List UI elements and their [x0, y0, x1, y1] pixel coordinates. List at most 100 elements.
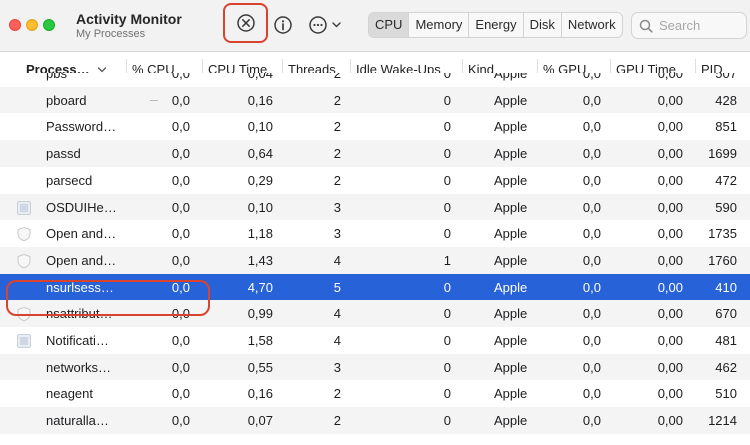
process-name-cell: pbs [46, 73, 67, 81]
inspect-process-button[interactable] [270, 12, 296, 38]
table-row[interactable]: Open and… 0,0 1,43 4 1 Apple 0,0 0,00 1760 [0, 246, 750, 274]
tab-disk[interactable]: Disk [522, 13, 561, 37]
gpu-cell: 0,0 [582, 226, 601, 242]
cpu-time-cell: 0,29 [247, 172, 273, 188]
gpu-time-cell: 0,00 [657, 252, 683, 268]
cpu-cell: 0,0 [171, 252, 190, 268]
more-options-button[interactable] [308, 12, 350, 38]
gpu-time-cell: 0,00 [657, 226, 683, 242]
zoom-window-button[interactable] [43, 19, 55, 31]
threads-cell: 2 [333, 172, 341, 188]
idle-wake-ups-cell: 0 [443, 73, 451, 81]
close-window-button[interactable] [9, 19, 21, 31]
gpu-cell: 0,0 [582, 279, 601, 295]
pid-cell: 670 [715, 306, 737, 322]
more-options-icon [309, 16, 341, 34]
cpu-cell: 0,0 [171, 146, 190, 162]
gpu-cell: 0,0 [582, 146, 601, 162]
tab-cpu[interactable]: CPU [369, 13, 409, 37]
process-name-cell: passd [46, 146, 81, 162]
shield-icon [16, 306, 32, 322]
window-subtitle: My Processes [76, 28, 146, 40]
table-row[interactable]: pbs 0,0 0,04 2 0 Apple 0,0 0,00 507 [0, 73, 750, 87]
idle-wake-ups-cell: 0 [443, 333, 451, 348]
cpu-cell: 0,0 [171, 413, 190, 429]
threads-cell: 3 [333, 199, 341, 215]
minimize-window-button[interactable] [26, 19, 38, 31]
cpu-cell: 0,0 [171, 226, 190, 242]
table-row[interactable]: passd 0,0 0,64 2 0 Apple 0,0 0,00 1699 [0, 140, 750, 168]
process-name-cell: nsattribut… [46, 306, 113, 322]
process-name-cell: nsurlsess… [46, 279, 114, 295]
search-icon [639, 19, 653, 33]
threads-cell: 4 [333, 333, 341, 348]
table-row[interactable]: nsattribut… 0,0 0,99 4 0 Apple 0,0 0,00 670 [0, 300, 750, 328]
cpu-time-cell: 1,58 [247, 333, 273, 348]
cpu-cell: 0,0 [171, 279, 190, 295]
gpu-time-cell: 0,00 [657, 172, 683, 188]
idle-wake-ups-cell: 1 [443, 252, 451, 268]
tab-network[interactable]: Network [560, 13, 622, 37]
idle-wake-ups-cell: 0 [443, 359, 451, 375]
pid-cell: 851 [715, 119, 737, 135]
cpu-time-cell: 1,43 [247, 252, 273, 268]
threads-cell: 3 [333, 359, 341, 375]
pid-cell: 1214 [708, 413, 737, 429]
cpu-time-cell: 0,10 [247, 119, 273, 135]
tab-memory[interactable]: Memory [408, 13, 468, 37]
cpu-time-cell: 1,18 [247, 226, 273, 242]
gpu-cell: 0,0 [582, 92, 601, 108]
cpu-cell: 0,0 [171, 333, 190, 348]
table-row[interactable]: nsurlsess… 0,0 4,70 5 0 Apple 0,0 0,00 410 [0, 273, 750, 301]
cpu-time-cell: 0,99 [247, 306, 273, 322]
idle-wake-ups-cell: 0 [443, 306, 451, 322]
gpu-time-cell: 0,00 [657, 73, 683, 81]
cpu-cell: 0,0 [171, 73, 190, 81]
idle-wake-ups-cell: 0 [443, 226, 451, 242]
table-row[interactable]: naturalla… 0,0 0,07 2 0 Apple 0,0 0,00 1214 [0, 407, 750, 435]
stop-process-button[interactable] [223, 3, 268, 43]
process-name-cell: OSDUIHe… [46, 199, 117, 215]
tab-energy[interactable]: Energy [468, 13, 522, 37]
pid-cell: 1699 [708, 146, 737, 162]
cpu-cell: 0,0 [171, 306, 190, 322]
table-row[interactable]: Open and… 0,0 1,18 3 0 Apple 0,0 0,00 1735 [0, 220, 750, 248]
table-row[interactable]: Password… 0,0 0,10 2 0 Apple 0,0 0,00 851 [0, 113, 750, 141]
threads-cell: 2 [333, 146, 341, 162]
pid-cell: 410 [715, 279, 737, 295]
threads-cell: 2 [333, 73, 341, 81]
table-row[interactable]: neagent 0,0 0,16 2 0 Apple 0,0 0,00 510 [0, 380, 750, 408]
table-row[interactable]: Notificati… 0,0 1,58 4 0 Apple 0,0 0,00 481 [0, 327, 750, 354]
pid-cell: 472 [715, 172, 737, 188]
cpu-cell: 0,0 [171, 92, 190, 108]
cpu-cell: 0,0 [171, 359, 190, 375]
info-icon [274, 16, 292, 34]
pid-cell: 510 [715, 386, 737, 402]
idle-wake-ups-cell: 0 [443, 386, 451, 402]
search-input[interactable] [659, 18, 739, 33]
gpu-time-cell: 0,00 [657, 413, 683, 429]
idle-wake-ups-cell: 0 [443, 92, 451, 108]
gpu-cell: 0,0 [582, 413, 601, 429]
threads-cell: 2 [333, 119, 341, 135]
table-row[interactable]: networks… 0,0 0,55 3 0 Apple 0,0 0,00 462 [0, 353, 750, 381]
process-name-cell: Notificati… [46, 333, 109, 348]
column-resize-marker [150, 100, 158, 101]
gpu-cell: 0,0 [582, 333, 601, 348]
gpu-cell: 0,0 [582, 252, 601, 268]
table-row[interactable]: parsecd 0,0 0,29 2 0 Apple 0,0 0,00 472 [0, 166, 750, 194]
cpu-cell: 0,0 [171, 199, 190, 215]
idle-wake-ups-cell: 0 [443, 199, 451, 215]
gpu-time-cell: 0,00 [657, 359, 683, 375]
view-tabs: CPU Memory Energy Disk Network [368, 12, 623, 38]
cpu-time-cell: 4,70 [247, 279, 273, 295]
gpu-time-cell: 0,00 [657, 386, 683, 402]
cpu-time-cell: 0,64 [247, 146, 273, 162]
search-field[interactable] [631, 12, 747, 39]
table-row[interactable]: pboard 0,0 0,16 2 0 Apple 0,0 0,00 428 [0, 86, 750, 114]
cpu-time-cell: 0,55 [247, 359, 273, 375]
table-row[interactable]: OSDUIHe… 0,0 0,10 3 0 Apple 0,0 0,00 590 [0, 193, 750, 221]
cpu-time-cell: 0,16 [247, 386, 273, 402]
process-name-cell: networks… [46, 359, 112, 375]
stop-process-icon [236, 14, 255, 32]
